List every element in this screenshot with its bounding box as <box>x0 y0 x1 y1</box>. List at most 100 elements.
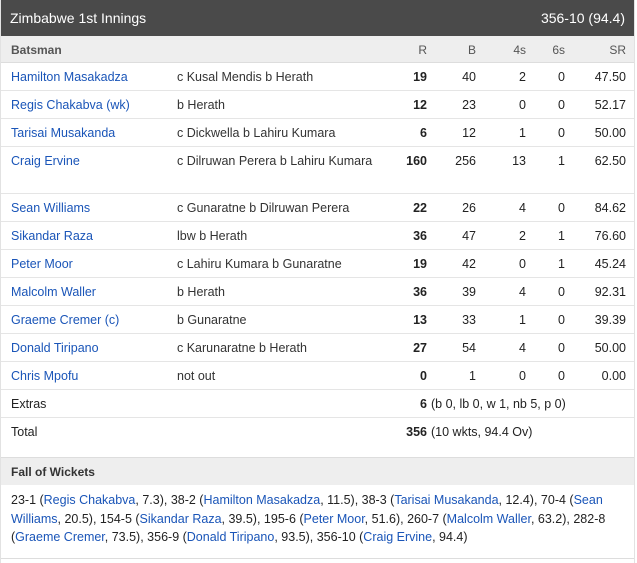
balls: 42 <box>462 257 476 271</box>
total-label: Total <box>11 425 38 439</box>
dismissal: b Gunaratne <box>177 313 247 327</box>
dismissal: not out <box>177 369 216 383</box>
strike-rate: 39.39 <box>594 313 626 327</box>
fow-player-link[interactable]: Malcolm Waller <box>447 512 531 526</box>
runs: 12 <box>413 98 427 112</box>
batsman-link[interactable]: Sikandar Raza <box>11 229 93 243</box>
fours: 2 <box>519 70 526 84</box>
sixes: 0 <box>558 98 565 112</box>
balls: 33 <box>462 313 476 327</box>
batsman-link[interactable]: Hamilton Masakadza <box>11 70 128 84</box>
total-detail: (10 wkts, 94.4 Ov) <box>431 425 533 439</box>
batsman-link[interactable]: Sean Williams <box>11 201 90 215</box>
fow-over: , 20.5), <box>57 511 100 526</box>
batsman-link[interactable]: Regis Chakabva (wk) <box>11 98 130 112</box>
table-row: Graeme Cremer (c) b Gunaratne 13 33 1 0 … <box>1 306 634 334</box>
batsman-link[interactable]: Chris Mpofu <box>11 369 78 383</box>
innings-score: 356-10 (94.4) <box>540 10 625 26</box>
runs: 22 <box>413 201 427 215</box>
runs: 36 <box>413 285 427 299</box>
table-row: Sikandar Raza lbw b Herath 36 47 2 1 76.… <box>1 222 634 250</box>
table-row: Craig Ervine c Dilruwan Perera b Lahiru … <box>1 147 634 194</box>
runs: 19 <box>413 70 427 84</box>
runs: 0 <box>420 369 427 383</box>
batting-table-header: Batsman R B 4s 6s SR <box>1 36 634 63</box>
runs: 36 <box>413 229 427 243</box>
fours: 2 <box>519 229 526 243</box>
fow-over: , 63.2), <box>530 511 574 526</box>
table-row: Chris Mpofu not out 0 1 0 0 0.00 <box>1 362 634 390</box>
fow-entry: 260-7 (Malcolm Waller, 63.2), <box>407 512 573 526</box>
fow-entry: 23-1 (Regis Chakabva, 7.3), <box>11 493 171 507</box>
fours: 13 <box>512 154 526 168</box>
fow-player-link[interactable]: Donald Tiripano <box>187 530 275 544</box>
fow-over: , 51.6), <box>364 511 408 526</box>
fall-of-wickets-title: Fall of Wickets <box>11 465 95 479</box>
strike-rate: 50.00 <box>594 126 626 140</box>
fow-entry: 356-10 (Craig Ervine, 94.4) <box>317 530 468 544</box>
innings-title: Zimbabwe 1st Innings <box>10 10 147 26</box>
table-row: Tarisai Musakanda c Dickwella b Lahiru K… <box>1 119 634 147</box>
extras-label: Extras <box>11 397 47 411</box>
dismissal: c Gunaratne b Dilruwan Perera <box>177 201 350 215</box>
sixes: 0 <box>558 201 565 215</box>
fow-player-link[interactable]: Tarisai Musakanda <box>394 493 498 507</box>
fours: 0 <box>519 98 526 112</box>
extras-row: Extras 6 (b 0, lb 0, w 1, nb 5, p 0) <box>1 390 634 418</box>
runs: 160 <box>406 154 427 168</box>
col-fours: 4s <box>513 43 526 57</box>
fow-entry: 356-9 (Donald Tiripano, 93.5), <box>147 530 317 544</box>
fow-player-link[interactable]: Hamilton Masakadza <box>203 493 320 507</box>
balls: 23 <box>462 98 476 112</box>
strike-rate: 0.00 <box>601 369 626 383</box>
runs: 27 <box>413 341 427 355</box>
extras-detail: (b 0, lb 0, w 1, nb 5, p 0) <box>431 397 566 411</box>
batsman-link[interactable]: Graeme Cremer (c) <box>11 313 119 327</box>
strike-rate: 84.62 <box>594 201 626 215</box>
fow-over: , 94.4) <box>432 530 468 544</box>
fow-score: 195-6 ( <box>263 511 304 526</box>
runs: 19 <box>413 257 427 271</box>
sixes: 1 <box>558 257 565 271</box>
batsman-link[interactable]: Malcolm Waller <box>11 285 96 299</box>
batsman-link[interactable]: Peter Moor <box>11 257 73 271</box>
batsman-link[interactable]: Donald Tiripano <box>11 341 99 355</box>
batsman-link[interactable]: Craig Ervine <box>11 154 80 168</box>
fow-player-link[interactable]: Sikandar Raza <box>140 512 222 526</box>
fow-over: , 39.5), <box>221 511 264 526</box>
fow-entry: 38-2 (Hamilton Masakadza, 11.5), <box>171 493 362 507</box>
col-batsman: Batsman <box>11 43 62 57</box>
scorecard: Zimbabwe 1st Innings 356-10 (94.4) Batsm… <box>0 0 635 563</box>
fours: 4 <box>519 201 526 215</box>
table-row: Sean Williams c Gunaratne b Dilruwan Per… <box>1 194 634 222</box>
sixes: 0 <box>558 126 565 140</box>
col-sixes: 6s <box>552 43 565 57</box>
sixes: 0 <box>558 70 565 84</box>
balls: 54 <box>462 341 476 355</box>
fow-score: 38-2 ( <box>170 493 204 507</box>
dismissal: c Kusal Mendis b Herath <box>177 70 314 84</box>
fow-entry: 38-3 (Tarisai Musakanda, 12.4), <box>362 493 541 507</box>
sixes: 0 <box>558 313 565 327</box>
fow-over: , 7.3), <box>135 493 171 507</box>
fow-score: 154-5 ( <box>99 511 140 526</box>
dismissal: c Dickwella b Lahiru Kumara <box>177 126 336 140</box>
strike-rate: 50.00 <box>594 341 626 355</box>
fow-player-link[interactable]: Peter Moor <box>304 512 365 526</box>
divider <box>1 558 634 559</box>
fow-player-link[interactable]: Graeme Cremer <box>15 530 105 544</box>
dismissal: c Dilruwan Perera b Lahiru Kumara <box>177 154 373 168</box>
dismissal: b Herath <box>177 285 225 299</box>
batsman-link[interactable]: Tarisai Musakanda <box>11 126 115 140</box>
fours: 0 <box>519 257 526 271</box>
sixes: 1 <box>558 229 565 243</box>
strike-rate: 52.17 <box>594 98 626 112</box>
strike-rate: 92.31 <box>594 285 626 299</box>
strike-rate: 76.60 <box>594 229 626 243</box>
fow-player-link[interactable]: Craig Ervine <box>363 530 432 544</box>
fours: 0 <box>519 369 526 383</box>
table-row: Donald Tiripano c Karunaratne b Herath 2… <box>1 334 634 362</box>
fow-player-link[interactable]: Regis Chakabva <box>44 493 136 507</box>
sixes: 0 <box>558 341 565 355</box>
table-row: Hamilton Masakadza c Kusal Mendis b Hera… <box>1 63 634 91</box>
